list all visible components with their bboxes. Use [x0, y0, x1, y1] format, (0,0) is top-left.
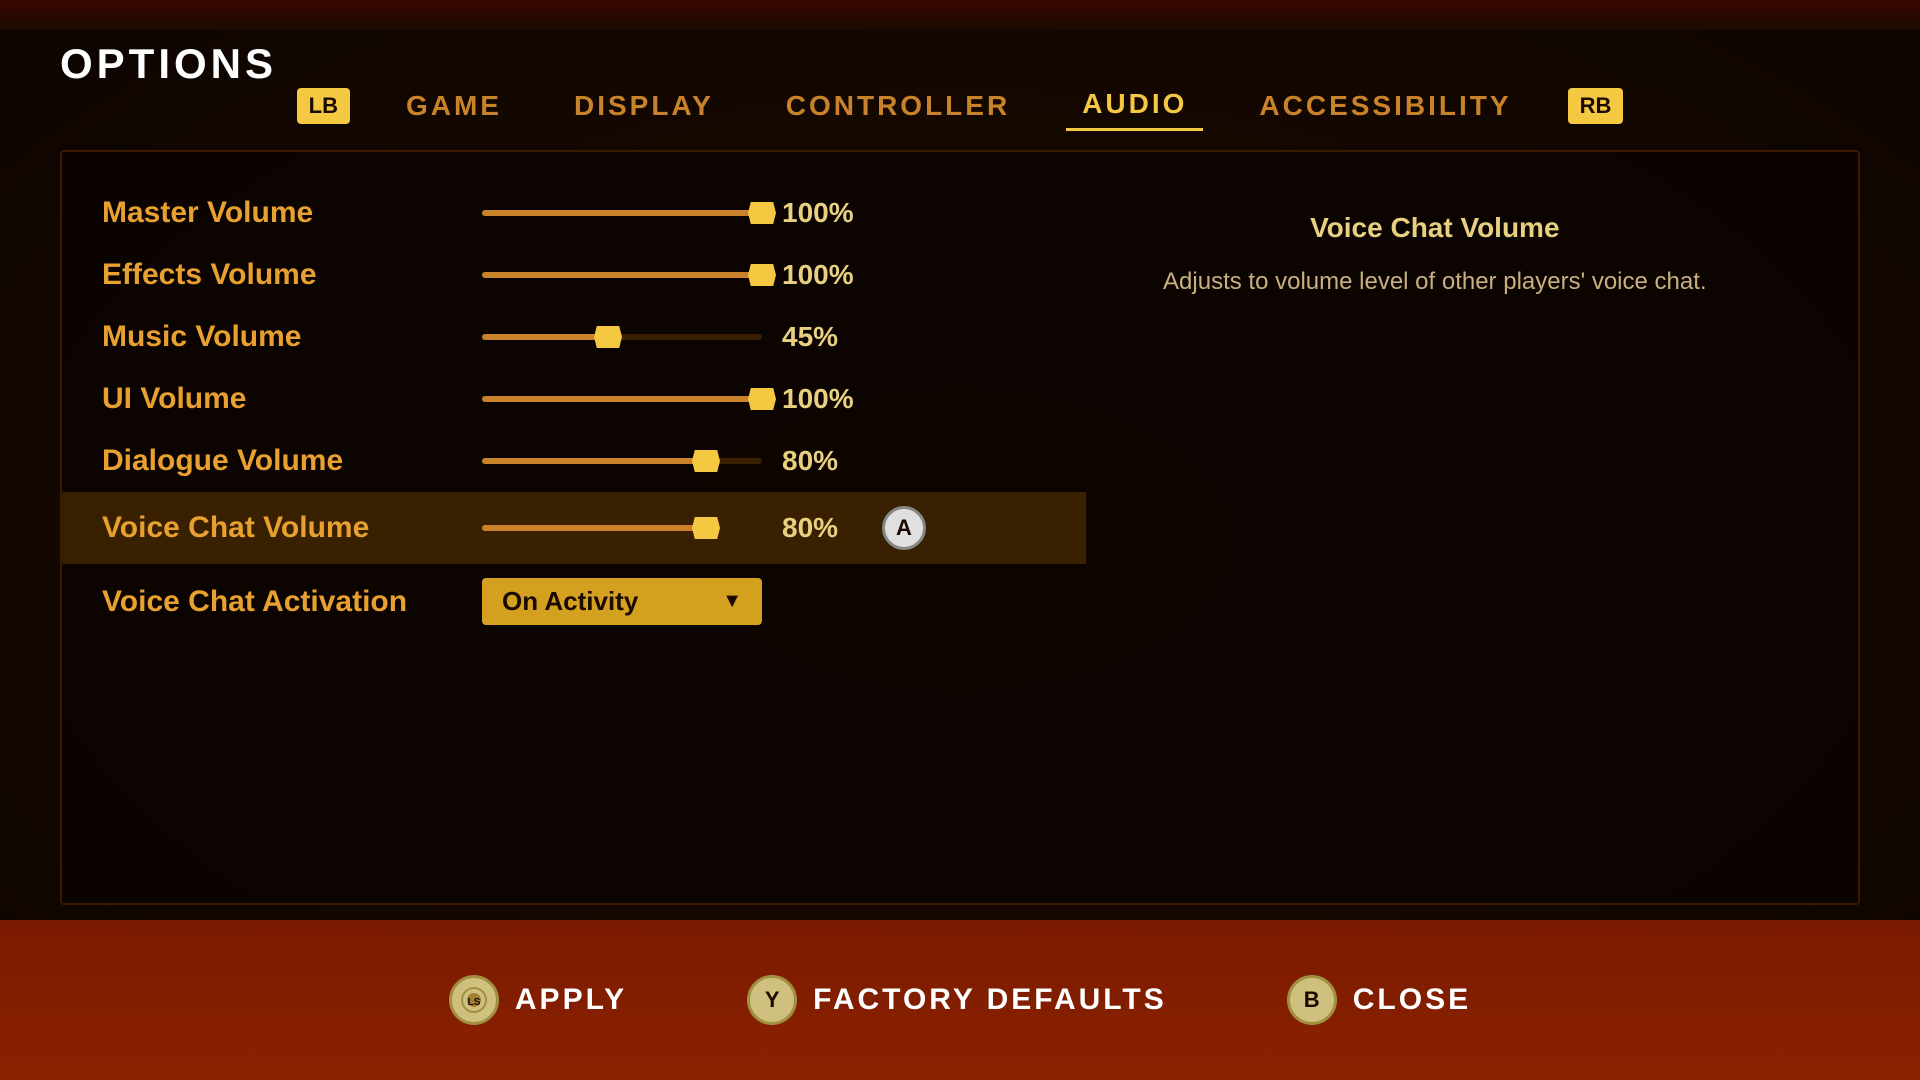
- music-volume-track[interactable]: [482, 334, 762, 340]
- dialogue-volume-track[interactable]: [482, 458, 762, 464]
- ui-volume-thumb[interactable]: [748, 388, 776, 410]
- dialogue-volume-value: 80%: [782, 445, 852, 477]
- setting-row-ui-volume: UI Volume 100%: [102, 368, 1046, 430]
- effects-volume-value: 100%: [782, 259, 854, 291]
- svg-text:LS: LS: [468, 997, 481, 1008]
- master-volume-track[interactable]: [482, 210, 762, 216]
- dialogue-volume-fill: [482, 458, 706, 464]
- close-button[interactable]: B CLOSE: [1287, 975, 1471, 1025]
- music-volume-fill: [482, 334, 608, 340]
- content-inner: Master Volume 100% Effects Volume: [102, 182, 1818, 873]
- setting-row-voice-chat-activation: Voice Chat Activation On Activity ▼: [102, 564, 1046, 639]
- music-volume-value: 45%: [782, 321, 852, 353]
- dialogue-volume-thumb[interactable]: [692, 450, 720, 472]
- dialogue-volume-label: Dialogue Volume: [102, 444, 482, 478]
- voice-chat-volume-value: 80%: [782, 512, 852, 544]
- master-volume-value: 100%: [782, 197, 854, 229]
- close-label: CLOSE: [1353, 983, 1471, 1017]
- ls-icon: LS: [449, 975, 499, 1025]
- info-panel: Voice Chat Volume Adjusts to volume leve…: [1092, 212, 1778, 300]
- apply-button[interactable]: LS APPLY: [449, 975, 627, 1025]
- master-volume-fill: [482, 210, 762, 216]
- ui-volume-label: UI Volume: [102, 382, 482, 416]
- ui-volume-fill: [482, 396, 762, 402]
- info-panel-description: Adjusts to volume level of other players…: [1092, 264, 1778, 300]
- a-button-icon: A: [882, 506, 926, 550]
- setting-row-music-volume: Music Volume 45%: [102, 306, 1046, 368]
- ui-volume-slider-container[interactable]: 100%: [482, 383, 1046, 415]
- tab-display[interactable]: DISPLAY: [558, 82, 730, 130]
- music-volume-slider-container[interactable]: 45%: [482, 321, 1046, 353]
- tab-audio[interactable]: AUDIO: [1066, 80, 1203, 131]
- master-volume-slider-container[interactable]: 100%: [482, 197, 1046, 229]
- effects-volume-fill: [482, 272, 762, 278]
- y-button-icon: Y: [747, 975, 797, 1025]
- setting-row-master-volume: Master Volume 100%: [102, 182, 1046, 244]
- ui-volume-track[interactable]: [482, 396, 762, 402]
- b-button-icon: B: [1287, 975, 1337, 1025]
- voice-chat-volume-track[interactable]: [482, 525, 762, 531]
- voice-chat-volume-slider-container[interactable]: 80% A: [482, 506, 1046, 550]
- dropdown-value: On Activity: [502, 586, 638, 617]
- apply-label: APPLY: [515, 983, 627, 1017]
- voice-chat-volume-thumb[interactable]: [692, 517, 720, 539]
- factory-defaults-button[interactable]: Y FACTORY DEFAULTS: [747, 975, 1167, 1025]
- music-volume-label: Music Volume: [102, 320, 482, 354]
- voice-chat-volume-fill: [482, 525, 706, 531]
- rb-button[interactable]: RB: [1568, 88, 1624, 124]
- tab-accessibility[interactable]: ACCESSIBILITY: [1243, 82, 1527, 130]
- music-volume-thumb[interactable]: [594, 326, 622, 348]
- effects-volume-track[interactable]: [482, 272, 762, 278]
- settings-area: Master Volume 100% Effects Volume: [102, 182, 1046, 639]
- content-panel: Master Volume 100% Effects Volume: [60, 150, 1860, 905]
- dropdown-arrow-icon: ▼: [722, 590, 742, 613]
- voice-chat-volume-label: Voice Chat Volume: [102, 511, 482, 545]
- top-bar: [0, 0, 1920, 30]
- ui-volume-value: 100%: [782, 383, 854, 415]
- voice-chat-activation-dropdown[interactable]: On Activity ▼: [482, 578, 762, 625]
- setting-row-effects-volume: Effects Volume 100%: [102, 244, 1046, 306]
- info-panel-title: Voice Chat Volume: [1092, 212, 1778, 244]
- effects-volume-label: Effects Volume: [102, 258, 482, 292]
- factory-defaults-label: FACTORY DEFAULTS: [813, 983, 1167, 1017]
- nav-tabs: LB GAME DISPLAY CONTROLLER AUDIO ACCESSI…: [0, 80, 1920, 131]
- effects-volume-slider-container[interactable]: 100%: [482, 259, 1046, 291]
- master-volume-thumb[interactable]: [748, 202, 776, 224]
- tab-controller[interactable]: CONTROLLER: [770, 82, 1026, 130]
- setting-row-dialogue-volume: Dialogue Volume 80%: [102, 430, 1046, 492]
- setting-row-voice-chat-volume: Voice Chat Volume 80% A: [62, 492, 1086, 564]
- voice-chat-activation-label: Voice Chat Activation: [102, 585, 482, 619]
- dialogue-volume-slider-container[interactable]: 80%: [482, 445, 1046, 477]
- master-volume-label: Master Volume: [102, 196, 482, 230]
- tab-game[interactable]: GAME: [390, 82, 518, 130]
- lb-button[interactable]: LB: [297, 88, 350, 124]
- bottom-toolbar: LS APPLY Y FACTORY DEFAULTS B CLOSE: [0, 920, 1920, 1080]
- effects-volume-thumb[interactable]: [748, 264, 776, 286]
